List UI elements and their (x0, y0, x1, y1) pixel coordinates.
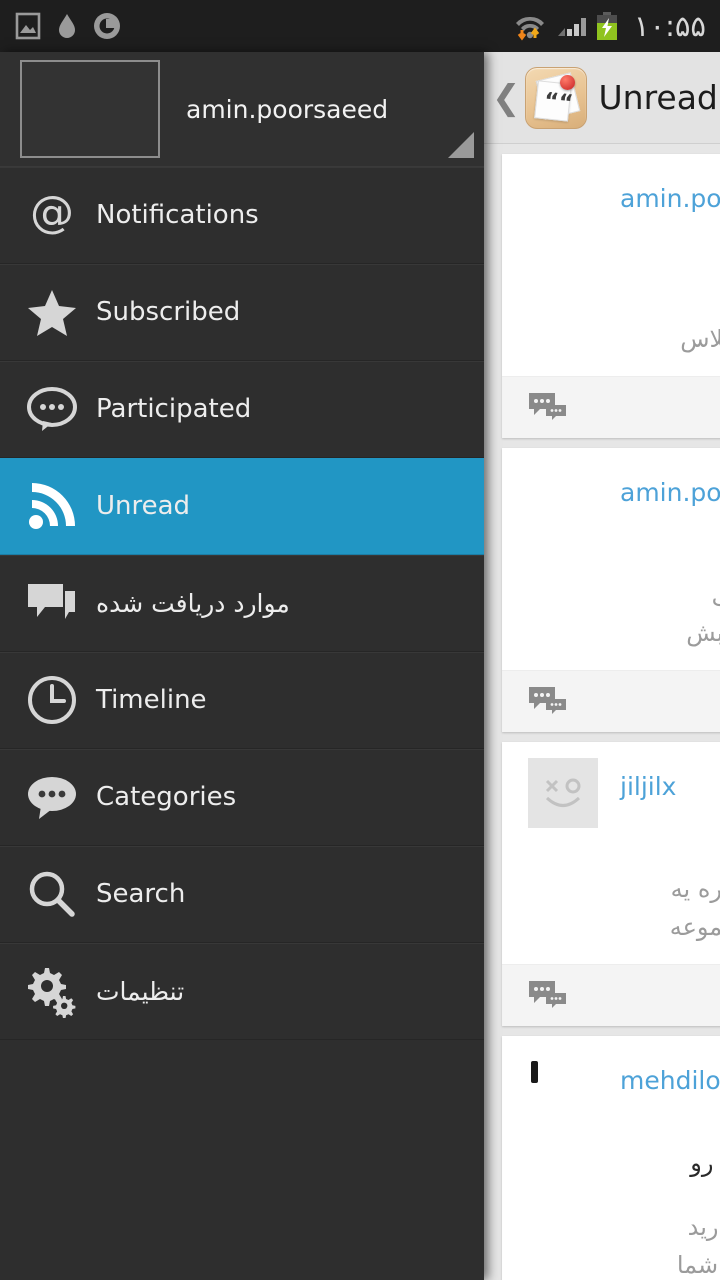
content-panel: ❮ ““ Unread آرد amin.poorsaeed (484, 52, 720, 1280)
notes-pin-icon[interactable]: ““ (524, 66, 587, 129)
card-text-line: سراغ یه مکان دبش (686, 619, 720, 647)
card-star-marker: * (522, 556, 720, 576)
sidebar-item-search[interactable]: Search (0, 846, 484, 943)
sidebar-item-label: Categories (96, 782, 237, 812)
comments-icon[interactable] (526, 390, 570, 426)
card-text-line-dark: د حتما این مقاله رو (690, 1149, 720, 1177)
content-header: ❮ ““ Unread (484, 52, 720, 144)
sidebar-item-label: Unread (96, 491, 191, 521)
card-text-line: استفاده از نام کلاس (680, 325, 720, 353)
dropdown-corner-indicator[interactable] (448, 132, 474, 158)
sidebar-item-label: موارد دریافت شده (96, 588, 290, 618)
status-bar-right-icons: ۱۰:۵۵ (513, 9, 706, 43)
card-username[interactable]: amin.poorsaeed (620, 464, 720, 507)
card-header: jiljilx (502, 742, 720, 828)
sidebar-item-label: Search (96, 879, 186, 909)
clock-icon (22, 670, 82, 730)
sidebar-item-label: Participated (96, 394, 252, 424)
cell-signal-icon (556, 12, 586, 40)
avatar[interactable]: آرد (528, 464, 598, 534)
screenshot-icon (14, 12, 42, 40)
wifi-icon (513, 11, 547, 41)
app-root: ۱۰:۵۵ ❮ ““ Unread آرد amin.poorsaeed (0, 0, 720, 1280)
card-header: آرد amin.poorsaeed (502, 154, 720, 240)
card-username[interactable]: amin.poorsaeed (620, 170, 720, 213)
sidebar-item-label: تنظیمات (96, 976, 185, 1006)
comments-icon[interactable] (526, 978, 570, 1014)
at-sign-icon: @ (22, 185, 82, 245)
sidebar-item-label: Notifications (96, 200, 259, 230)
card-star-marker (522, 262, 720, 282)
card-text-line: یخوره ممنون از شما (676, 1251, 720, 1279)
card-footer[interactable] (502, 964, 720, 1026)
chevron-left-icon[interactable]: ❮ (488, 81, 525, 115)
feed-card[interactable]: آرد amin.poorsaeed * رفی منابع طبیعی سرا… (502, 448, 720, 732)
status-bar: ۱۰:۵۵ (0, 0, 720, 52)
magnifier-icon (22, 864, 82, 924)
sidebar-item-label: Timeline (96, 685, 207, 715)
card-footer[interactable] (502, 376, 720, 438)
avatar[interactable] (528, 758, 598, 828)
card-text-line: رفی منابع طبیعی (522, 576, 720, 614)
sidebar-item-timeline[interactable]: Timeline (0, 652, 484, 749)
app-badge-icon (92, 11, 122, 41)
sidebar-item-participated[interactable]: Participated (0, 361, 484, 458)
speech-bubble-dots-icon (22, 767, 82, 827)
card-header: آرد amin.poorsaeed (502, 448, 720, 534)
card-username[interactable]: mehdilord (620, 1052, 720, 1095)
flame-icon (56, 12, 78, 40)
sidebar-item-categories[interactable]: Categories (0, 749, 484, 846)
navigation-drawer: amin.poorsaeed @ Notifications Subscribe… (0, 52, 484, 1280)
card-body: د حتما این مقاله رو ز این مقاله ها دارید… (502, 1122, 720, 1280)
placeholder-face-icon (528, 758, 598, 828)
card-text-line: ز این مقاله ها دارید (687, 1213, 720, 1241)
sidebar-item-settings[interactable]: تنظیمات (0, 943, 484, 1040)
card-body: ی قالب مثل استفاده از نام کلاس (502, 240, 720, 376)
gears-icon (22, 961, 82, 1021)
sidebar-item-unread[interactable]: Unread (0, 458, 484, 555)
card-username[interactable]: jiljilx (620, 758, 676, 801)
battery-charging-icon (595, 11, 619, 41)
status-bar-left-icons (14, 11, 122, 41)
rss-icon (22, 476, 82, 536)
profile-header[interactable]: amin.poorsaeed (0, 52, 484, 167)
feed-card[interactable]: آرد amin.poorsaeed ی قالب مثل استفاده از… (502, 154, 720, 438)
card-body: ه به نظر من بهتره یه دم بدونه این مجموعه (502, 828, 720, 964)
sidebar-item-subscribed[interactable]: Subscribed (0, 264, 484, 361)
card-body: * رفی منابع طبیعی سراغ یه مکان دبش (502, 534, 720, 670)
feed-card[interactable]: jiljilx ه به نظر من بهتره یه دم بدونه ای… (502, 742, 720, 1026)
card-star-marker (522, 850, 720, 870)
feed-list[interactable]: آرد amin.poorsaeed ی قالب مثل استفاده از… (484, 154, 720, 1280)
profile-username: amin.poorsaeed (186, 94, 389, 124)
avatar[interactable]: آرد (528, 170, 598, 240)
card-text-line: دم بدونه این مجموعه (669, 913, 720, 941)
avatar[interactable] (528, 1052, 598, 1122)
card-header: mehdilord (502, 1036, 720, 1122)
sidebar-item-notifications[interactable]: @ Notifications (0, 167, 484, 264)
page-title: Unread (598, 78, 718, 117)
card-footer[interactable] (502, 670, 720, 732)
comments-icon[interactable] (526, 684, 570, 720)
status-bar-clock: ۱۰:۵۵ (633, 9, 706, 43)
svg-text:@: @ (30, 190, 74, 238)
profile-avatar-placeholder[interactable] (20, 60, 160, 158)
speech-bubble-circle-icon (22, 379, 82, 439)
sidebar-item-label: Subscribed (96, 297, 241, 327)
feed-card[interactable]: mehdilord د حتما این مقاله رو ز این مقال… (502, 1036, 720, 1280)
card-text-line: ی قالب مثل (522, 282, 720, 320)
card-text-line: ه به نظر من بهتره یه (670, 875, 720, 903)
star-icon (22, 282, 82, 342)
chat-bubbles-icon (22, 573, 82, 633)
sidebar-item-received[interactable]: موارد دریافت شده (0, 555, 484, 652)
